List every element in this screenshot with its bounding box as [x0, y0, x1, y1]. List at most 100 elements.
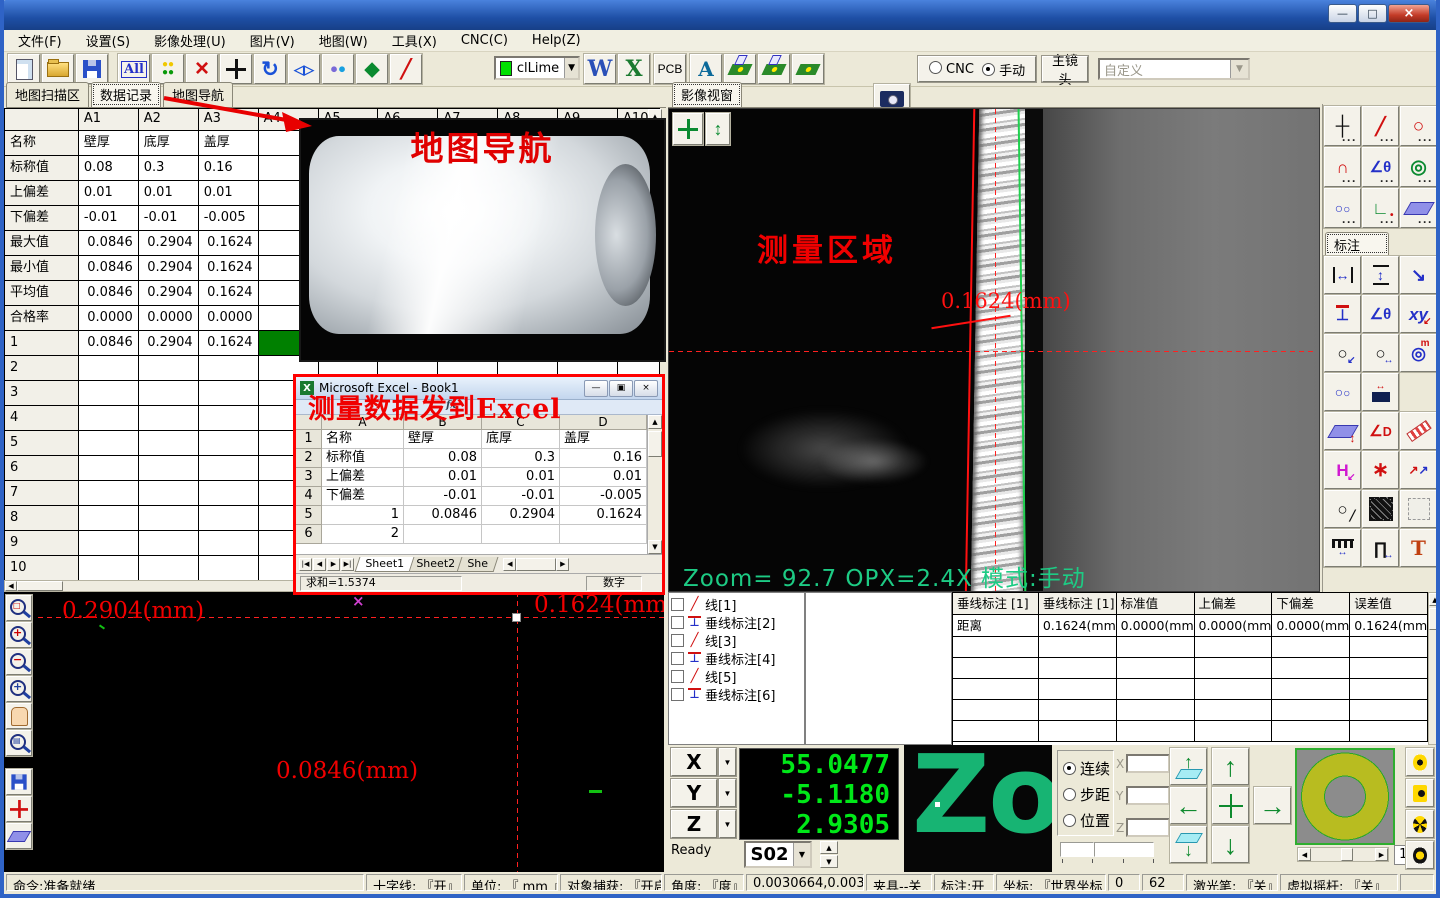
pan-hand-button[interactable]: [6, 703, 32, 729]
board-teach-button[interactable]: [724, 54, 756, 84]
speed-slider[interactable]: [1060, 842, 1156, 857]
table-cell[interactable]: 0.2904: [139, 256, 199, 281]
excel-export-button[interactable]: X: [618, 54, 650, 84]
main-lens-button[interactable]: 主镜头: [1042, 56, 1088, 82]
excel-restore-button[interactable]: ▣: [609, 380, 633, 397]
results-cell[interactable]: [953, 721, 1039, 742]
results-cell[interactable]: [1350, 658, 1428, 679]
table-cell[interactable]: [199, 456, 259, 481]
excel-cell[interactable]: 下偏差: [322, 487, 404, 506]
match-points-button[interactable]: ●●●●: [152, 54, 184, 84]
jog-y-down-button[interactable]: ↓: [1212, 826, 1249, 863]
tab-annotate[interactable]: 标注: [1325, 232, 1389, 255]
menu-item-6[interactable]: 工具(X): [392, 31, 437, 50]
ruler-button[interactable]: [1400, 412, 1437, 450]
jog-mode-continuous[interactable]: 连续: [1063, 755, 1113, 781]
close-button[interactable]: ×: [1388, 4, 1430, 23]
excel-cell[interactable]: 0.3: [482, 449, 560, 468]
perpendicular-button[interactable]: ⊥: [1324, 295, 1361, 333]
results-cell[interactable]: [1195, 721, 1273, 742]
tab-map-scan[interactable]: 地图扫描区: [6, 82, 89, 107]
excel-row-number[interactable]: 5: [296, 506, 322, 525]
results-cell[interactable]: [1195, 658, 1273, 679]
tab-data-record[interactable]: 数据记录: [91, 82, 161, 107]
table-cell[interactable]: 0.2904: [139, 231, 199, 256]
scrollbar-thumb[interactable]: [1429, 608, 1440, 630]
diameter-button[interactable]: ○↔: [1362, 334, 1399, 372]
scroll-up-icon[interactable]: ▲: [1429, 593, 1440, 606]
zoom-window-button[interactable]: □: [6, 595, 32, 621]
table-cell[interactable]: 0.0000: [199, 306, 259, 331]
results-cell[interactable]: [1117, 721, 1195, 742]
manual-mode-radio[interactable]: 手动: [982, 60, 1025, 79]
table-cell[interactable]: [139, 506, 199, 531]
jog-mode-step[interactable]: 步距: [1063, 781, 1113, 807]
results-cell[interactable]: [1350, 679, 1428, 700]
menu-item-8[interactable]: Help(Z): [532, 33, 581, 48]
ellipse-button[interactable]: ○○: [1324, 188, 1361, 228]
results-cell[interactable]: 距离: [953, 615, 1039, 637]
table-cell[interactable]: 0.1624: [199, 256, 259, 281]
excel-cell[interactable]: 名称: [322, 430, 404, 449]
jog-center-button[interactable]: [1212, 787, 1249, 824]
light-ring-button[interactable]: [1406, 748, 1434, 776]
excel-cell[interactable]: 标称值: [322, 449, 404, 468]
h-distance-button[interactable]: ↔: [1324, 256, 1361, 294]
checkbox[interactable]: [671, 598, 684, 611]
word-export-button[interactable]: W: [584, 54, 616, 84]
excel-close-button[interactable]: ×: [634, 380, 658, 397]
results-column-header[interactable]: 标准值: [1117, 593, 1195, 615]
diagonal-distance-button[interactable]: ↘: [1400, 256, 1437, 294]
color-select[interactable]: clLime ▼: [494, 56, 580, 80]
excel-cell[interactable]: 0.08: [404, 449, 482, 468]
excel-window[interactable]: X Microsoft Excel - Book1 — ▣ × fx 测量数据发…: [293, 374, 665, 595]
results-cell[interactable]: [1350, 637, 1428, 658]
excel-cell[interactable]: 0.0846: [404, 506, 482, 525]
circle-line-button[interactable]: ○╱: [1324, 490, 1361, 528]
table-cell[interactable]: 0.16: [199, 156, 259, 181]
jog-mode-position[interactable]: 位置: [1063, 807, 1113, 833]
mark-circle-button[interactable]: ◎m: [1400, 334, 1437, 372]
plane-view-button[interactable]: [6, 823, 32, 849]
results-cell[interactable]: [1272, 721, 1350, 742]
results-cell[interactable]: [953, 700, 1039, 721]
scroll-left-icon[interactable]: ◀: [5, 581, 17, 591]
table-cell[interactable]: [199, 356, 259, 381]
excel-row-number[interactable]: 4: [296, 487, 322, 506]
xy-coordinate-button[interactable]: xy↙: [1400, 295, 1437, 333]
maximize-button[interactable]: □: [1358, 4, 1387, 23]
new-file-button[interactable]: [8, 54, 40, 84]
results-cell[interactable]: [1350, 700, 1428, 721]
zoom-fit-button[interactable]: +: [6, 676, 32, 702]
slider-thumb[interactable]: [1060, 842, 1094, 857]
scrollbar-thumb[interactable]: [1341, 848, 1353, 861]
prev-sheet-icon[interactable]: ◀: [313, 558, 326, 571]
results-cell[interactable]: [1039, 721, 1117, 742]
angle-d-button[interactable]: ∠D: [1362, 412, 1399, 450]
excel-cell[interactable]: 0.01: [560, 468, 647, 487]
move-origin-button[interactable]: [6, 796, 32, 822]
select-all-button[interactable]: All: [118, 54, 150, 84]
excel-cell[interactable]: 1: [322, 506, 404, 525]
table-cell[interactable]: [79, 381, 139, 406]
excel-cell[interactable]: 壁厚: [404, 430, 482, 449]
arc-button[interactable]: ∩: [1324, 147, 1361, 187]
trim-line-button[interactable]: ╱: [390, 54, 422, 84]
table-cell[interactable]: [139, 406, 199, 431]
results-cell[interactable]: 0.1624(mm): [1350, 615, 1428, 637]
chevron-down-icon[interactable]: ▼: [1230, 60, 1248, 78]
board-point-button[interactable]: [758, 54, 790, 84]
mirror-button[interactable]: ◁▷: [288, 54, 320, 84]
excel-cell[interactable]: -0.01: [404, 487, 482, 506]
table-cell[interactable]: [199, 556, 259, 581]
list-item[interactable]: ⊥垂线标注[4]: [671, 649, 804, 667]
axis-x-button[interactable]: X: [671, 748, 717, 776]
list-item[interactable]: ⊥垂线标注[2]: [671, 613, 804, 631]
excel-cell[interactable]: [482, 525, 560, 544]
excel-row-number[interactable]: 6: [296, 525, 322, 544]
list-item[interactable]: ╱线[3]: [671, 631, 804, 649]
menu-item-4[interactable]: 图片(V): [250, 31, 295, 50]
results-cell[interactable]: [1117, 658, 1195, 679]
list-item[interactable]: ╱线[5]: [671, 667, 804, 685]
excel-cell[interactable]: 0.1624: [560, 506, 647, 525]
